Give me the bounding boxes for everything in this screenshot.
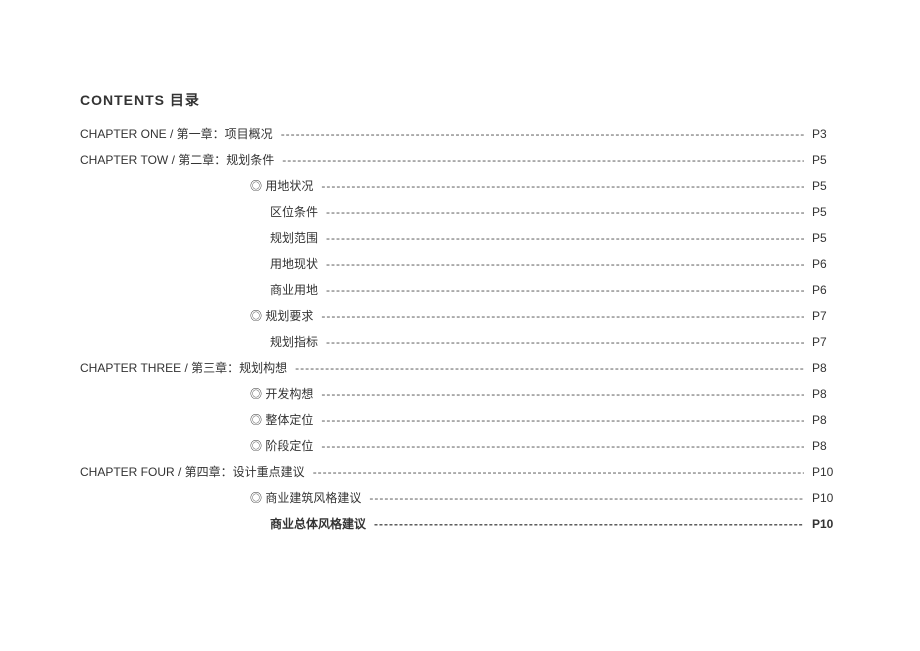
toc-entry-page: P6 bbox=[812, 258, 840, 270]
toc-leader: ----------------------------------------… bbox=[321, 180, 804, 192]
toc-entry-label: 规划范围 bbox=[270, 232, 318, 244]
toc-entry-label: 区位条件 bbox=[270, 206, 318, 218]
toc-leader: ----------------------------------------… bbox=[281, 128, 804, 140]
toc-leader: ----------------------------------------… bbox=[326, 284, 804, 296]
toc-entry: CHAPTER ONE / 第一章：项目概况 ------------------… bbox=[80, 128, 840, 140]
toc-entry-label: ◎ 开发构想 bbox=[250, 388, 313, 400]
toc-leader: ----------------------------------------… bbox=[321, 388, 804, 400]
toc-entry-label: 规划指标 bbox=[270, 336, 318, 348]
toc-entry-page: P10 bbox=[812, 466, 840, 478]
toc-entry-label: ◎ 阶段定位 bbox=[250, 440, 313, 452]
toc-entry-page: P5 bbox=[812, 180, 840, 192]
toc-entry-page: P6 bbox=[812, 284, 840, 296]
toc-entry-page: P5 bbox=[812, 154, 840, 166]
toc-entry-label: 商业用地 bbox=[270, 284, 318, 296]
toc-entry-label: ◎ 商业建筑风格建议 bbox=[250, 492, 361, 504]
toc-entry-label: CHAPTER ONE / 第一章：项目概况 bbox=[80, 128, 273, 140]
toc-entry-label: ◎ 规划要求 bbox=[250, 310, 313, 322]
toc-title: CONTENTS 目录 bbox=[80, 90, 840, 110]
toc-entry-label: 用地现状 bbox=[270, 258, 318, 270]
toc-entry-label: CHAPTER FOUR / 第四章：设计重点建议 bbox=[80, 466, 305, 478]
toc-leader: ----------------------------------------… bbox=[326, 258, 804, 270]
toc-leader: ----------------------------------------… bbox=[326, 232, 804, 244]
toc-entry-label: 商业总体风格建议 bbox=[270, 518, 366, 530]
toc-entry: ◎ 商业建筑风格建议 ------------------------------… bbox=[80, 492, 840, 504]
toc-entry: 用地现状 ------------------------------------… bbox=[80, 258, 840, 270]
toc-entry-page: P8 bbox=[812, 414, 840, 426]
toc-leader: ----------------------------------------… bbox=[374, 518, 804, 530]
toc-leader: ----------------------------------------… bbox=[326, 336, 804, 348]
toc-entry-label: CHAPTER THREE / 第三章：规划构想 bbox=[80, 362, 287, 374]
toc-entry: ◎ 阶段定位 ----------------------------------… bbox=[80, 440, 840, 452]
toc-list: CHAPTER ONE / 第一章：项目概况 ------------------… bbox=[80, 128, 840, 530]
toc-entry-page: P7 bbox=[812, 310, 840, 322]
toc-entry: CHAPTER TOW / 第二章：规划条件 ------------------… bbox=[80, 154, 840, 166]
toc-entry: CHAPTER THREE / 第三章：规划构想 ----------------… bbox=[80, 362, 840, 374]
toc-leader: ----------------------------------------… bbox=[321, 440, 804, 452]
toc-entry: ◎ 规划要求 ----------------------------------… bbox=[80, 310, 840, 322]
toc-entry: ◎ 开发构想 ----------------------------------… bbox=[80, 388, 840, 400]
toc-entry: 商业总体风格建议 --------------------------------… bbox=[80, 518, 840, 530]
toc-entry: 商业用地 ------------------------------------… bbox=[80, 284, 840, 296]
toc-leader: ----------------------------------------… bbox=[369, 492, 804, 504]
toc-entry-page: P5 bbox=[812, 206, 840, 218]
toc-leader: ----------------------------------------… bbox=[313, 466, 804, 478]
toc-leader: ----------------------------------------… bbox=[326, 206, 804, 218]
toc-leader: ----------------------------------------… bbox=[321, 414, 804, 426]
toc-entry-page: P5 bbox=[812, 232, 840, 244]
toc-entry-page: P10 bbox=[812, 518, 840, 530]
toc-entry-page: P8 bbox=[812, 362, 840, 374]
toc-entry-page: P3 bbox=[812, 128, 840, 140]
toc-entry: 区位条件 ------------------------------------… bbox=[80, 206, 840, 218]
toc-entry: ◎ 用地状况 ----------------------------------… bbox=[80, 180, 840, 192]
toc-entry: CHAPTER FOUR / 第四章：设计重点建议 ---------------… bbox=[80, 466, 840, 478]
toc-entry-page: P10 bbox=[812, 492, 840, 504]
toc-entry: ◎ 整体定位 ----------------------------------… bbox=[80, 414, 840, 426]
toc-entry-page: P8 bbox=[812, 388, 840, 400]
toc-entry: 规划范围 ------------------------------------… bbox=[80, 232, 840, 244]
toc-entry-page: P8 bbox=[812, 440, 840, 452]
toc-leader: ----------------------------------------… bbox=[282, 154, 804, 166]
toc-leader: ----------------------------------------… bbox=[295, 362, 804, 374]
toc-entry: 规划指标 ------------------------------------… bbox=[80, 336, 840, 348]
toc-entry-page: P7 bbox=[812, 336, 840, 348]
toc-leader: ----------------------------------------… bbox=[321, 310, 804, 322]
toc-entry-label: ◎ 用地状况 bbox=[250, 180, 313, 192]
toc-entry-label: CHAPTER TOW / 第二章：规划条件 bbox=[80, 154, 274, 166]
toc-entry-label: ◎ 整体定位 bbox=[250, 414, 313, 426]
